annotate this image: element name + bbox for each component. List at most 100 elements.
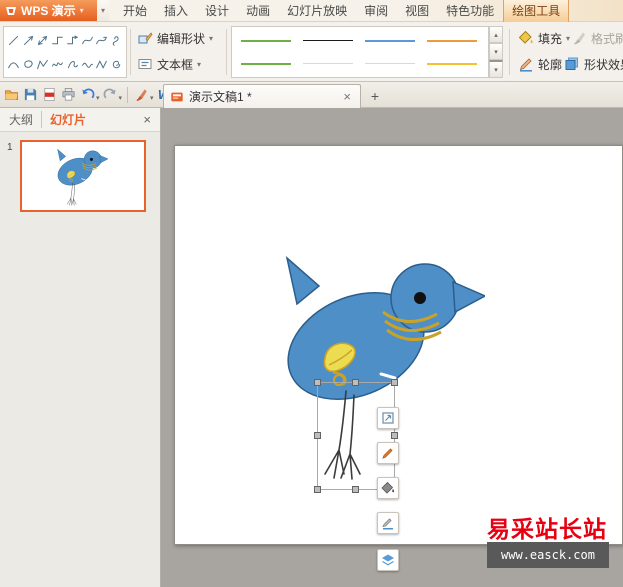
line-style-option[interactable] [359,29,421,52]
redo-icon [103,88,116,99]
shape-option-elbow-connector[interactable] [50,28,65,52]
selection-handle[interactable] [352,379,359,386]
shape-option-double-arrow[interactable] [36,28,51,52]
wps-logo-icon [6,6,16,15]
shape-fill-button[interactable] [377,477,399,499]
tab-close-icon[interactable]: × [340,89,354,104]
document-tab[interactable]: 演示文稿1 * × [163,84,361,108]
paint-format-button[interactable] [132,85,151,105]
new-tab-button[interactable]: + [366,87,384,105]
redo-button[interactable] [101,85,120,105]
line-style-option[interactable] [235,29,297,52]
folder-icon [5,90,18,101]
fill-label: 填充 [538,31,563,46]
menu-tab-animation[interactable]: 动画 [238,0,278,22]
elbow-arrow-icon [67,35,78,44]
panel-tab-outline[interactable]: 大纲 [9,111,43,128]
shape-option-curved-connector[interactable] [80,28,95,52]
menu-tab-slideshow[interactable]: 幻灯片放映 [279,0,355,22]
app-menu-caret-icon: ▾ [79,6,84,15]
menu-tab-review[interactable]: 审阅 [356,0,396,22]
line-style-option[interactable] [297,29,359,52]
export-pdf-button[interactable] [40,85,59,105]
selection-handle[interactable] [314,486,321,493]
undo-button[interactable] [78,85,97,105]
watermark-url: www.easck.com [487,542,609,568]
shape-style-button[interactable] [377,442,399,464]
ribbon-divider [226,29,227,75]
elbow-connector-icon [52,36,63,44]
undo-icon [82,88,95,99]
edit-shape-group: 编辑形状 ▾ 文本框 ▾ [133,27,217,79]
shape-option-line[interactable] [6,28,21,52]
document-tab-title: 演示文稿1 * [189,90,252,104]
selection-handle[interactable] [314,432,321,439]
curve-arrow-icon [96,36,108,44]
shape-option-elbow-arrow[interactable] [65,28,80,52]
line-style-gallery [231,26,489,78]
fill-button[interactable]: 填充 ▾ [514,27,574,49]
format-painter-label: 格式刷 [591,31,623,46]
selection-handle[interactable] [352,486,359,493]
shape-option-arrow[interactable] [21,28,36,52]
menu-tab-home[interactable]: 开始 [115,0,155,22]
line-style-option[interactable] [421,52,483,75]
layout-options-button[interactable] [377,407,399,429]
shape-option-arc[interactable] [6,52,21,76]
shape-effects-label: 形状效果 [584,57,623,72]
double-arrow-icon [38,35,48,45]
slides-panel: 大纲 幻灯片 × 1 [0,108,161,587]
shape-option-closed-curve[interactable] [21,52,36,76]
shape-option-s-curve[interactable] [109,28,124,52]
outline-pencil-icon [518,56,534,72]
selection-handle[interactable] [314,379,321,386]
shape-effects-button[interactable]: 形状效果 [560,53,623,75]
line-style-option[interactable] [297,52,359,75]
redo-caret-icon[interactable]: ▾ [119,94,123,102]
text-box-button[interactable]: 文本框 ▾ [133,53,217,75]
save-button[interactable] [21,85,40,105]
selection-handle[interactable] [391,379,398,386]
gallery-scroll-up-icon[interactable]: ▴ [489,26,503,43]
menu-tab-drawing-tools[interactable]: 绘图工具 [503,0,570,23]
shape-option-curve-arrow[interactable] [95,28,110,52]
loop-icon [67,60,78,68]
slide-number: 1 [7,142,13,153]
print-button[interactable] [59,85,78,105]
format-painter-button[interactable]: 格式刷 [567,27,623,49]
app-title: WPS 演示 [21,4,76,18]
ribbon-collapse-chevron-icon[interactable]: ▾ [97,0,109,21]
shape-outline-button[interactable] [377,512,399,534]
arrange-layers-button[interactable] [377,549,399,571]
shape-option-freeform[interactable] [36,52,51,76]
panel-tab-slides[interactable]: 幻灯片 [50,111,86,128]
menu-tab-design[interactable]: 设计 [197,0,237,22]
shape-option-spiral[interactable] [109,52,124,76]
slide-thumbnail[interactable] [20,140,146,212]
shape-option-scribble[interactable] [50,52,65,76]
gallery-scroll-down-icon[interactable]: ▾ [489,43,503,60]
shape-option-zigzag[interactable] [95,52,110,76]
edit-shape-button[interactable]: 编辑形状 ▾ [133,27,217,49]
editing-canvas: 易采站长站 www.easck.com [161,108,623,587]
undo-caret-icon[interactable]: ▾ [96,94,100,102]
wps-app-menu-button[interactable]: WPS 演示 ▾ [0,0,97,21]
gallery-more-icon[interactable]: ▾ [489,60,503,78]
paint-format-caret-icon[interactable]: ▾ [150,94,154,102]
menu-tab-view[interactable]: 视图 [397,0,437,22]
text-box-caret-icon: ▾ [197,59,202,69]
freeform-icon [37,59,49,69]
shape-option-loop[interactable] [65,52,80,76]
open-folder-button[interactable] [2,85,21,105]
menu-tab-insert[interactable]: 插入 [156,0,196,22]
menu-tab-special-features[interactable]: 特色功能 [438,0,502,22]
panel-close-icon[interactable]: × [143,112,151,127]
line-style-option[interactable] [421,29,483,52]
selection-box[interactable] [314,379,398,493]
line-style-option[interactable] [235,52,297,75]
selection-handle[interactable] [391,432,398,439]
fill-bucket-icon [518,30,534,46]
outline-pencil-small-icon [382,518,393,530]
shape-option-wave[interactable] [80,52,95,76]
line-style-option[interactable] [359,52,421,75]
